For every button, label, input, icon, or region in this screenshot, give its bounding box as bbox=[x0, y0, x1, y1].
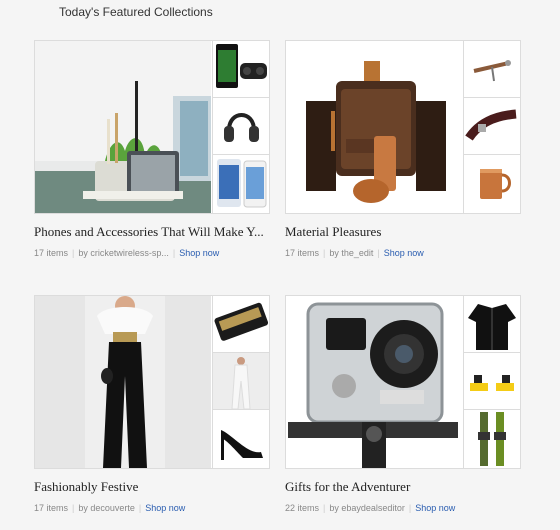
thumbnail[interactable] bbox=[213, 98, 269, 155]
thumbnail-column bbox=[212, 296, 269, 468]
collection-meta: 17 items | by cricketwireless-sp... | Shop n… bbox=[34, 248, 270, 258]
thumbnail[interactable] bbox=[213, 41, 269, 98]
collection-meta: 17 items | by the_edit | Shop now bbox=[285, 248, 521, 258]
thumbnail[interactable] bbox=[213, 410, 269, 468]
divider: | bbox=[172, 248, 176, 258]
collection-title[interactable]: Material Pleasures bbox=[285, 224, 521, 240]
collection-title[interactable]: Gifts for the Adventurer bbox=[285, 479, 521, 495]
thumbnail[interactable] bbox=[464, 98, 520, 155]
divider: | bbox=[408, 503, 412, 513]
collection-mosaic[interactable] bbox=[285, 295, 521, 469]
author[interactable]: by ebaydealseditor bbox=[329, 503, 405, 513]
shop-now-link[interactable]: Shop now bbox=[415, 503, 455, 513]
collection-title[interactable]: Fashionably Festive bbox=[34, 479, 270, 495]
main-image[interactable] bbox=[35, 41, 211, 213]
thumbnail[interactable] bbox=[464, 353, 520, 410]
shop-now-link[interactable]: Shop now bbox=[384, 248, 424, 258]
collection-card[interactable]: Gifts for the Adventurer 22 items | by eba… bbox=[285, 295, 521, 513]
divider: | bbox=[323, 248, 326, 258]
divider: | bbox=[72, 503, 75, 513]
divider: | bbox=[377, 248, 380, 258]
item-count: 17 items bbox=[34, 248, 69, 258]
author[interactable]: by cricketwireless-sp... bbox=[78, 248, 169, 258]
main-image[interactable] bbox=[286, 296, 462, 468]
thumbnail[interactable] bbox=[213, 155, 269, 213]
thumbnail-column bbox=[463, 296, 520, 468]
collection-title[interactable]: Phones and Accessories That Will Make Y.… bbox=[34, 224, 270, 240]
thumbnail[interactable] bbox=[213, 296, 269, 353]
collection-card[interactable]: Material Pleasures 17 items | by the_edit |… bbox=[285, 40, 521, 258]
item-count: 17 items bbox=[34, 503, 69, 513]
author[interactable]: by the_edit bbox=[329, 248, 373, 258]
main-image[interactable] bbox=[286, 41, 462, 213]
collection-mosaic[interactable] bbox=[285, 40, 521, 214]
thumbnail[interactable] bbox=[464, 41, 520, 98]
main-image[interactable] bbox=[35, 296, 211, 468]
collection-meta: 17 items | by decouverte | Shop now bbox=[34, 503, 270, 513]
divider: | bbox=[72, 248, 75, 258]
thumbnail[interactable] bbox=[464, 296, 520, 353]
collection-card[interactable]: Fashionably Festive 17 items | by decouver… bbox=[34, 295, 270, 513]
item-count: 17 items bbox=[285, 248, 320, 258]
shop-now-link[interactable]: Shop now bbox=[179, 248, 219, 258]
thumbnail[interactable] bbox=[213, 353, 269, 410]
collection-card[interactable]: Phones and Accessories That Will Make Y.… bbox=[34, 40, 270, 258]
collection-mosaic[interactable] bbox=[34, 40, 270, 214]
thumbnail-column bbox=[212, 41, 269, 213]
shop-now-link[interactable]: Shop now bbox=[145, 503, 185, 513]
thumbnail-column bbox=[463, 41, 520, 213]
thumbnail[interactable] bbox=[464, 410, 520, 468]
collection-mosaic[interactable] bbox=[34, 295, 270, 469]
thumbnail[interactable] bbox=[464, 155, 520, 213]
collection-meta: 22 items | by ebaydealseditor | Shop now bbox=[285, 503, 521, 513]
divider: | bbox=[138, 503, 142, 513]
section-title: Today's Featured Collections bbox=[59, 5, 213, 19]
author[interactable]: by decouverte bbox=[78, 503, 135, 513]
item-count: 22 items bbox=[285, 503, 320, 513]
divider: | bbox=[323, 503, 326, 513]
